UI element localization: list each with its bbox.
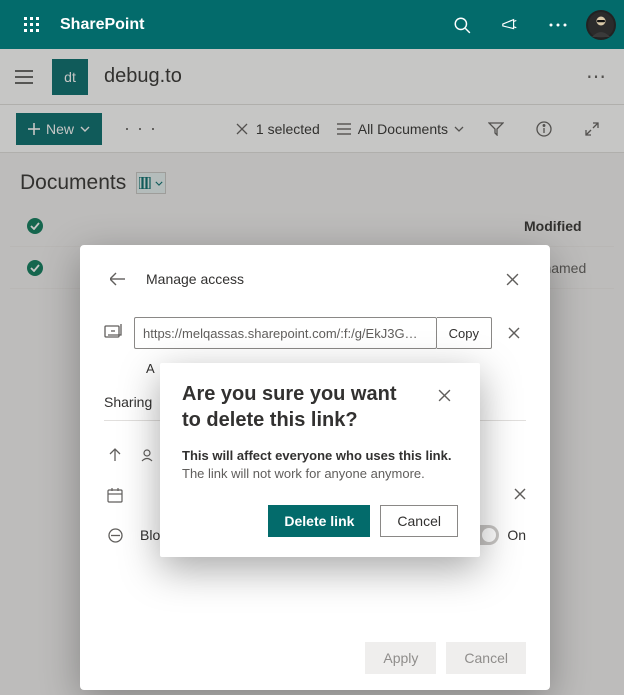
more-icon[interactable]: [538, 1, 578, 49]
link-url-input[interactable]: [134, 317, 437, 349]
link-icon: [104, 323, 124, 343]
copy-button[interactable]: Copy: [437, 317, 492, 349]
avatar[interactable]: [586, 10, 616, 40]
dialog-body: This will affect everyone who uses this …: [182, 447, 458, 483]
close-icon[interactable]: [514, 487, 526, 503]
people-icon: [136, 448, 158, 462]
dialog-title: Are you sure you want to delete this lin…: [182, 381, 430, 433]
calendar-icon: [104, 488, 126, 503]
dialog-cancel-button[interactable]: Cancel: [380, 505, 458, 537]
confirm-delete-dialog: Are you sure you want to delete this lin…: [160, 363, 480, 557]
panel-cancel-button[interactable]: Cancel: [446, 642, 526, 674]
dialog-body-rest: The link will not work for anyone anymor…: [182, 466, 425, 481]
panel-title: Manage access: [146, 271, 484, 287]
link-row: Copy: [104, 317, 526, 349]
dialog-close-icon[interactable]: [430, 381, 458, 409]
close-icon[interactable]: [498, 265, 526, 293]
app-launcher-icon[interactable]: [8, 17, 56, 33]
brand-label[interactable]: SharePoint: [56, 16, 442, 34]
back-icon[interactable]: [104, 265, 132, 293]
apply-button[interactable]: Apply: [365, 642, 436, 674]
delete-link-button[interactable]: Delete link: [268, 505, 370, 537]
arrow-up-icon: [104, 448, 126, 462]
suite-bar: SharePoint: [0, 0, 624, 49]
suite-actions: [442, 1, 616, 49]
delete-link-icon[interactable]: [502, 327, 526, 339]
toggle-state: On: [507, 527, 526, 543]
search-icon[interactable]: [442, 1, 482, 49]
panel-footer: Apply Cancel: [365, 642, 526, 674]
megaphone-icon[interactable]: [490, 1, 530, 49]
block-icon: [104, 528, 126, 543]
dialog-body-strong: This will affect everyone who uses this …: [182, 448, 451, 463]
